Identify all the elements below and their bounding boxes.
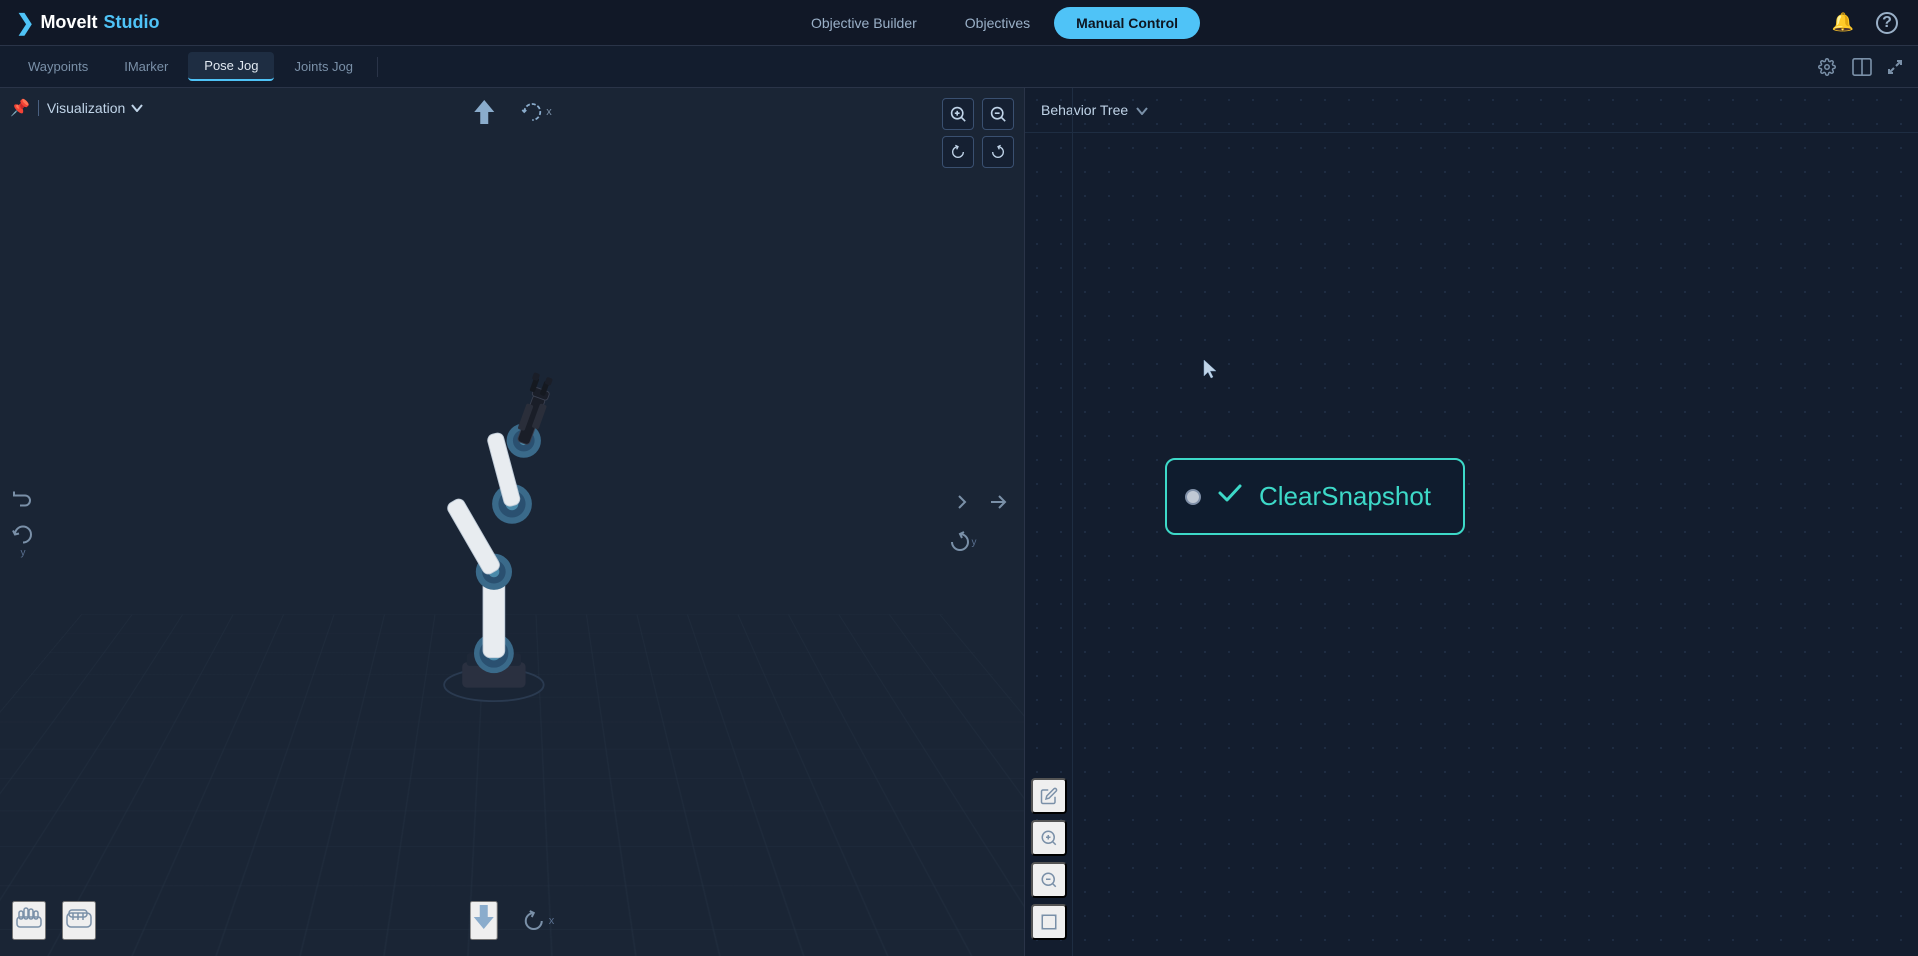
tab-separator	[377, 57, 378, 77]
nav-objectives[interactable]: Objectives	[941, 7, 1054, 39]
tab-pose-jog[interactable]: Pose Jog	[188, 52, 274, 81]
top-arrow-controls: x	[472, 98, 552, 126]
header-separator	[38, 100, 39, 116]
undo-button[interactable]	[10, 486, 36, 510]
robot-arm-svg	[362, 332, 662, 712]
left-side-controls: y	[10, 486, 36, 559]
mid-right-controls: y	[946, 486, 1014, 558]
bottom-center-controls: x	[470, 901, 555, 940]
logo-moveit-text: MoveIt	[40, 12, 97, 33]
expand-button[interactable]	[1884, 54, 1906, 80]
rotate-row	[942, 136, 1014, 168]
tab-waypoints[interactable]: Waypoints	[12, 53, 104, 80]
open-hand-button[interactable]	[12, 901, 46, 940]
rotate-y-label: y	[21, 548, 26, 559]
rotate-left-button[interactable]: y	[10, 522, 36, 559]
panel-bottom-icons	[1025, 88, 1073, 956]
node-title-text: ClearSnapshot	[1259, 481, 1431, 512]
tab-joints-jog[interactable]: Joints Jog	[278, 53, 369, 80]
logo-studio-text: Studio	[103, 12, 159, 33]
split-view-button[interactable]	[1848, 54, 1876, 80]
nav-center: Objective Builder Objectives Manual Cont…	[179, 7, 1807, 39]
nav-right-arrow2-button[interactable]	[982, 486, 1014, 518]
pin-icon: 📌	[10, 98, 30, 118]
cursor-indicator	[1200, 358, 1220, 388]
visualization-panel: 📌 Visualization x	[0, 88, 1025, 956]
robot-visualization	[0, 88, 1024, 956]
tabs-bar: Waypoints IMarker Pose Jog Joints Jog	[0, 46, 1918, 88]
rotate-cx-label: x	[549, 915, 555, 927]
visualization-label: Visualization	[47, 100, 125, 116]
visualization-dropdown[interactable]: Visualization	[47, 100, 143, 116]
rotate-cx-group: x	[522, 901, 555, 940]
rotate-cx-icon	[522, 909, 546, 933]
behavior-tree-dropdown[interactable]	[1136, 102, 1148, 118]
zoom-out-tree-button[interactable]	[1031, 862, 1067, 898]
zoom-out-button[interactable]	[982, 98, 1014, 130]
behavior-tree-panel: Behavior Tree ClearSnapshot	[1025, 88, 1918, 956]
edit-tree-button[interactable]	[1031, 778, 1067, 814]
clear-snapshot-node[interactable]: ClearSnapshot	[1165, 458, 1465, 535]
chevron-down-icon	[1136, 107, 1148, 115]
dot-background	[1025, 88, 1918, 956]
nav-manual-control[interactable]: Manual Control	[1054, 7, 1200, 39]
nav-right-arrow-button[interactable]	[946, 486, 978, 518]
nav-right: 🔔 ?	[1828, 8, 1902, 38]
check-icon	[1215, 478, 1245, 515]
arrow-right-row	[946, 486, 1014, 518]
visualization-header: 📌 Visualization	[10, 98, 143, 118]
rotate-ccw-z-button[interactable]	[942, 136, 974, 168]
logo-arrow-icon: ❯	[16, 10, 34, 36]
zoom-in-button[interactable]	[942, 98, 974, 130]
help-button[interactable]: ?	[1872, 8, 1902, 38]
chevron-down-icon	[131, 104, 143, 112]
fit-view-button[interactable]	[1031, 904, 1067, 940]
top-navigation: ❯ MoveIt Studio Objective Builder Object…	[0, 0, 1918, 46]
rotate-ry-row: y	[946, 526, 1014, 558]
arrow-up-button[interactable]	[472, 98, 496, 126]
zoom-controls	[942, 98, 1014, 168]
tab-imarker[interactable]: IMarker	[108, 53, 184, 80]
node-connector	[1185, 489, 1201, 505]
fist-hand-button[interactable]	[62, 901, 96, 940]
zoom-row	[942, 98, 1014, 130]
bell-icon: 🔔	[1832, 12, 1854, 33]
zoom-in-tree-button[interactable]	[1031, 820, 1067, 856]
rotate-ry-button[interactable]: y	[946, 526, 978, 558]
help-icon: ?	[1876, 12, 1898, 34]
bottom-left-controls	[12, 901, 96, 940]
tabs-right-controls	[1814, 54, 1906, 80]
settings-icon-button[interactable]	[1814, 54, 1840, 80]
main-content: 📌 Visualization x	[0, 88, 1918, 956]
behavior-tree-header: Behavior Tree	[1025, 88, 1918, 133]
rotate-x-button[interactable]: x	[520, 98, 552, 126]
nav-objective-builder[interactable]: Objective Builder	[787, 7, 941, 39]
notification-bell-button[interactable]: 🔔	[1828, 8, 1858, 37]
app-logo: ❯ MoveIt Studio	[16, 10, 159, 36]
arrow-down-button[interactable]	[470, 901, 498, 940]
rotate-cw-z-button[interactable]	[982, 136, 1014, 168]
